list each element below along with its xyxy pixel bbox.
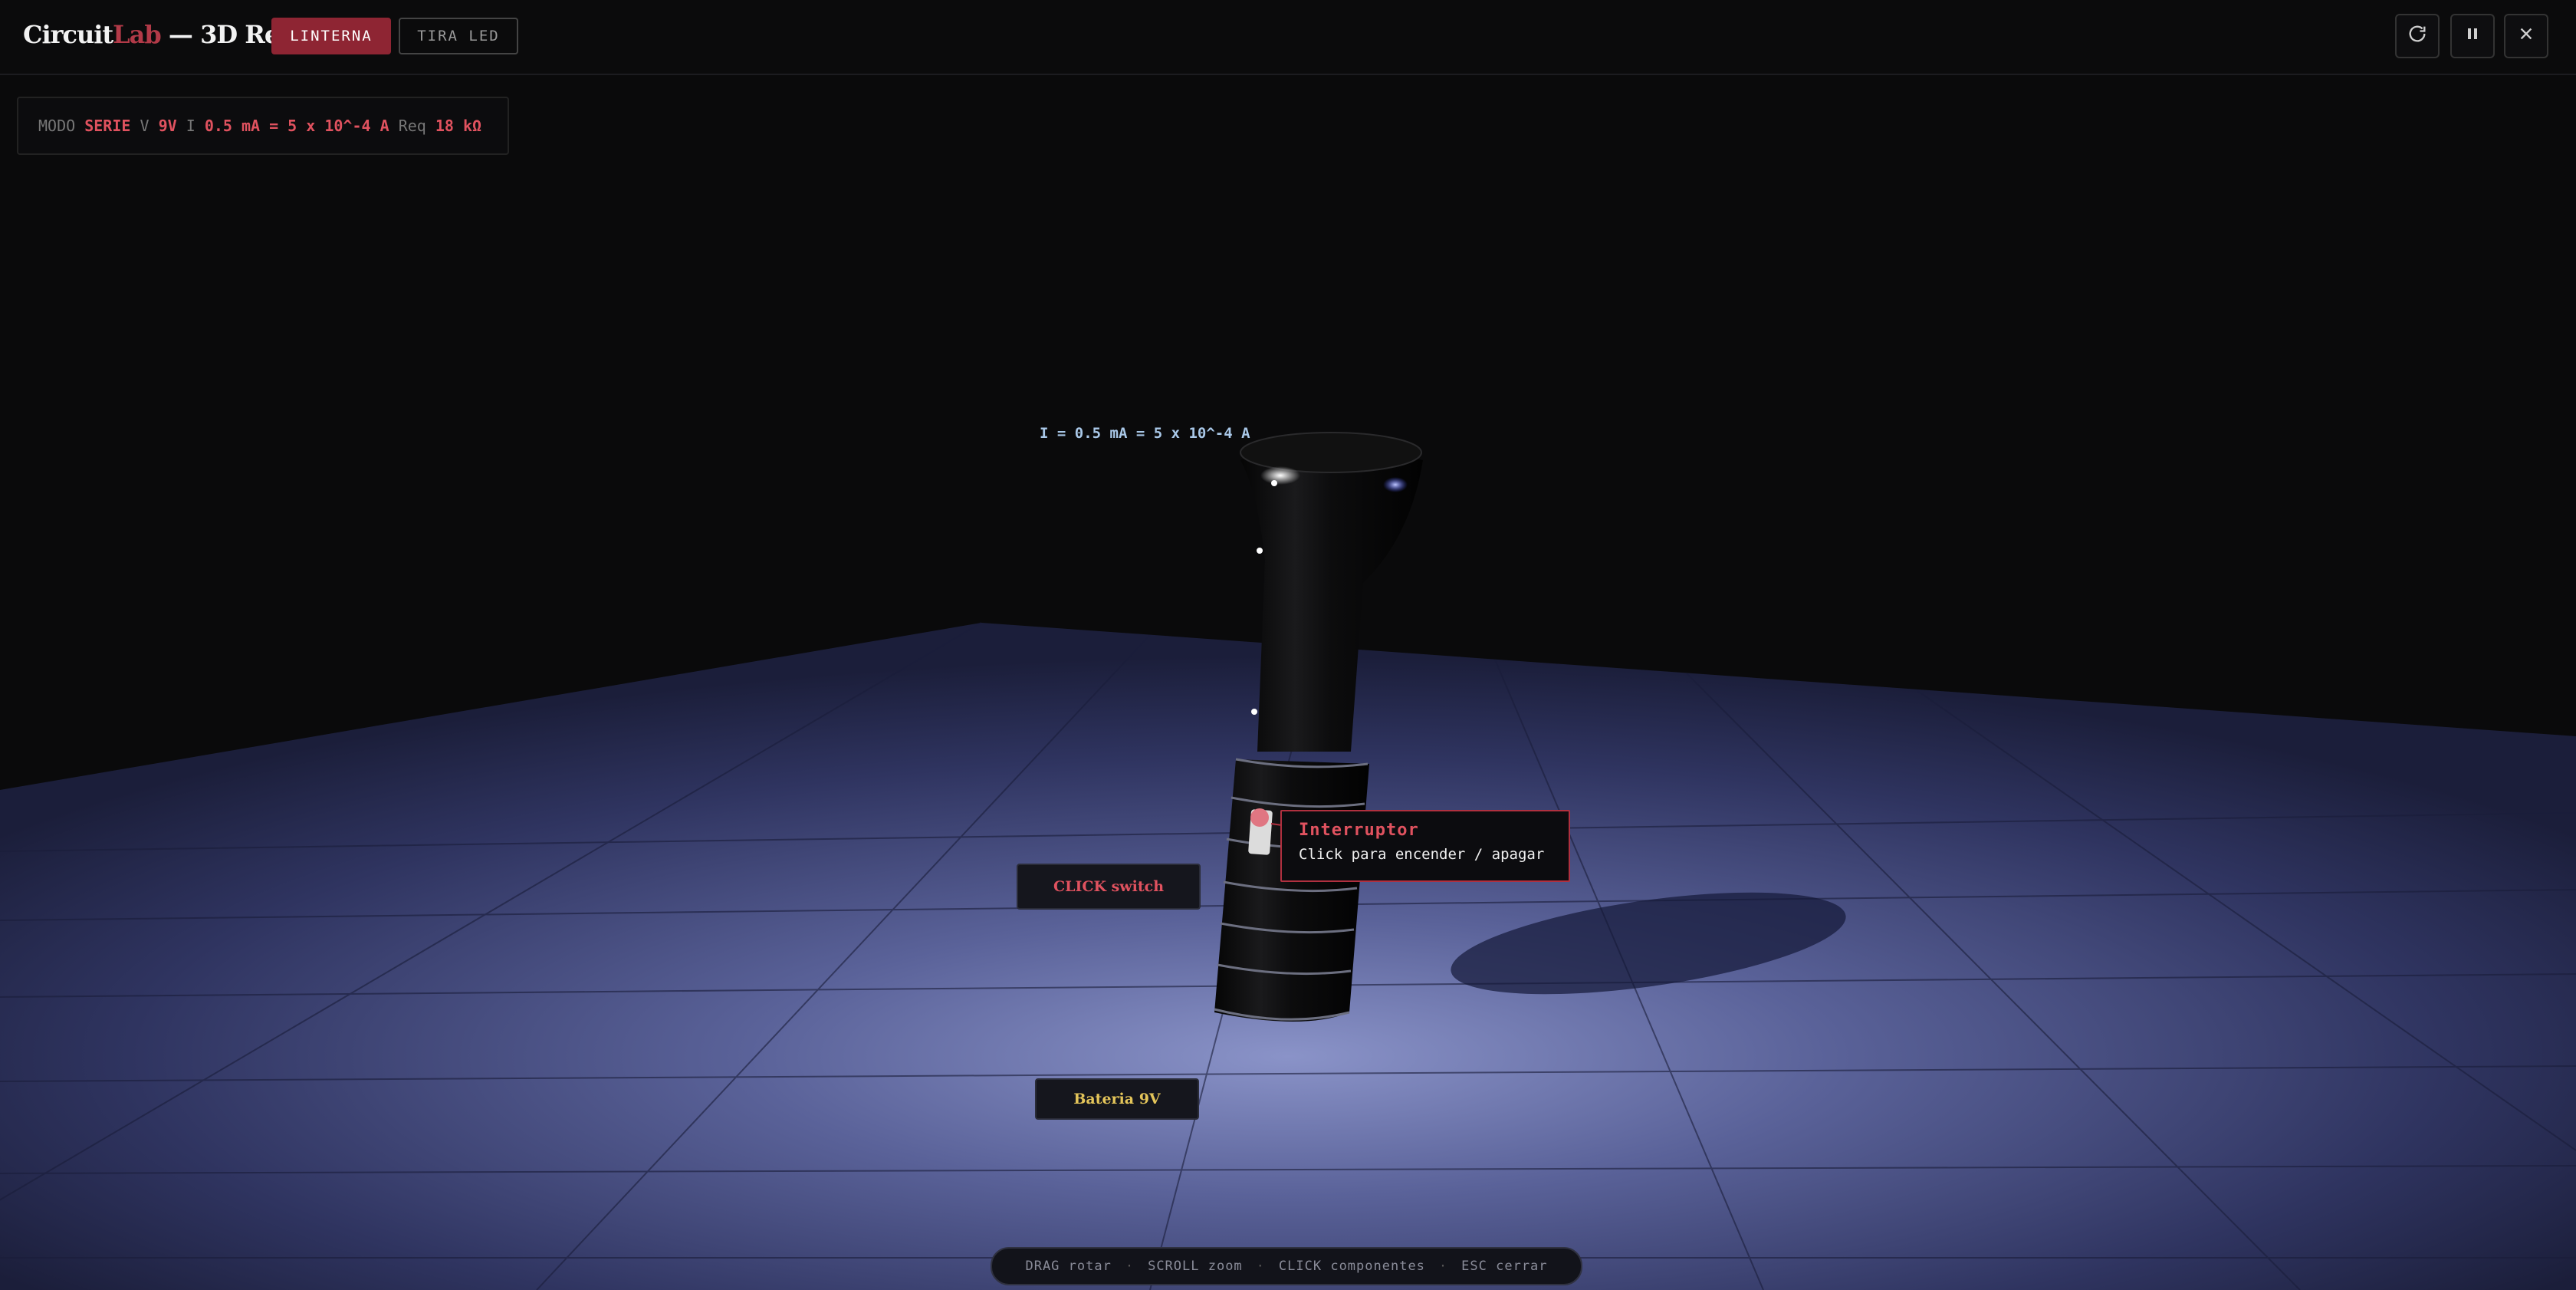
pause-button[interactable] bbox=[2450, 14, 2495, 58]
hint-separator: · bbox=[1256, 1259, 1265, 1274]
3d-viewport[interactable] bbox=[0, 77, 2576, 1290]
reset-button[interactable] bbox=[2395, 14, 2440, 58]
current-floating-label: I = 0.5 mA = 5 x 10^-4 A bbox=[1040, 425, 1250, 442]
app-logo: CircuitLab — 3D Real bbox=[23, 20, 304, 49]
brand-lab: Lab bbox=[113, 20, 162, 49]
controls-hint: DRAG rotar · SCROLL zoom · CLICK compone… bbox=[991, 1247, 1582, 1285]
pause-icon bbox=[2463, 25, 2482, 48]
switch-tooltip: Interruptor Click para encender / apagar bbox=[1280, 810, 1570, 882]
hint-drag: DRAG rotar bbox=[1025, 1259, 1112, 1274]
refresh-icon bbox=[2407, 23, 2428, 50]
top-bar: CircuitLab — 3D Real LINTERNA TIRA LED bbox=[0, 0, 2576, 75]
hint-scroll: SCROLL zoom bbox=[1148, 1259, 1243, 1274]
click-switch-chip[interactable]: CLICK switch bbox=[1017, 864, 1201, 910]
hint-esc: ESC cerrar bbox=[1461, 1259, 1548, 1274]
switch-knob[interactable] bbox=[1250, 808, 1269, 827]
brand-circuit: Circuit bbox=[23, 20, 113, 49]
close-icon bbox=[2518, 25, 2535, 48]
tab-tira-led[interactable]: TIRA LED bbox=[399, 18, 518, 54]
battery-chip[interactable]: Bateria 9V bbox=[1035, 1078, 1199, 1120]
tooltip-body: Click para encender / apagar bbox=[1299, 846, 1545, 863]
hint-separator: · bbox=[1125, 1259, 1135, 1274]
hint-separator: · bbox=[1438, 1259, 1448, 1274]
tooltip-title: Interruptor bbox=[1299, 821, 1419, 840]
hint-click: CLICK componentes bbox=[1278, 1259, 1425, 1274]
tab-linterna[interactable]: LINTERNA bbox=[271, 18, 391, 54]
close-button[interactable] bbox=[2504, 14, 2548, 58]
